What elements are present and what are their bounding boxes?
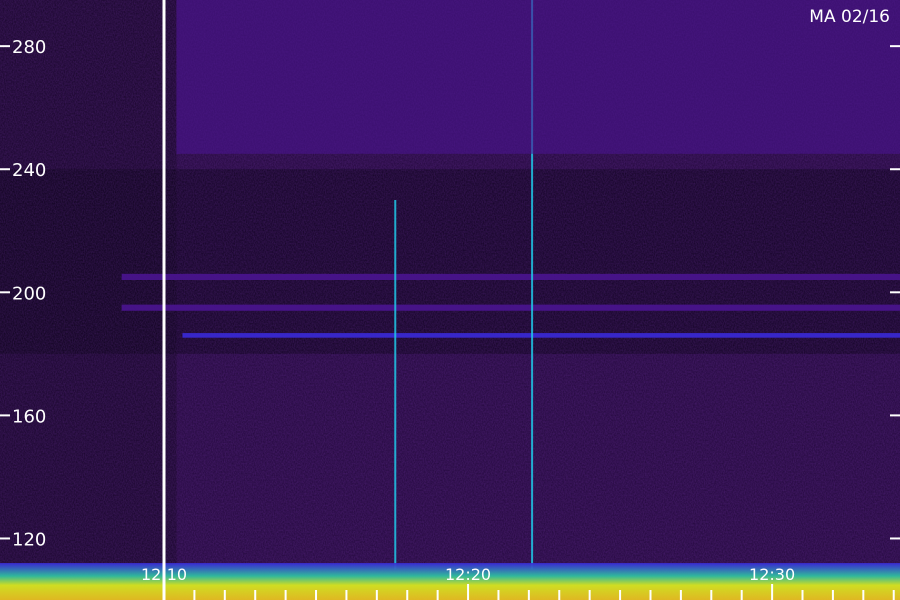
y-tick-label: 240: [12, 160, 46, 181]
time-label: 12:10: [141, 565, 187, 584]
spectrogram-chart: 120 160 200 240 280 12:10 12:20 12:30 MA 02/16: [0, 0, 900, 600]
station-label: MA 02/16: [809, 7, 890, 27]
y-tick-label: 120: [12, 529, 46, 550]
time-label: 12:20: [445, 565, 491, 584]
horizontal-band: [182, 333, 900, 338]
y-tick-label: 160: [12, 406, 46, 427]
y-tick-label: 280: [12, 37, 46, 58]
horizontal-band: [121, 304, 900, 311]
horizontal-band: [121, 273, 900, 280]
time-label: 12:30: [749, 565, 795, 584]
y-tick-label: 200: [12, 283, 46, 304]
upper-purple-region: [176, 0, 900, 154]
